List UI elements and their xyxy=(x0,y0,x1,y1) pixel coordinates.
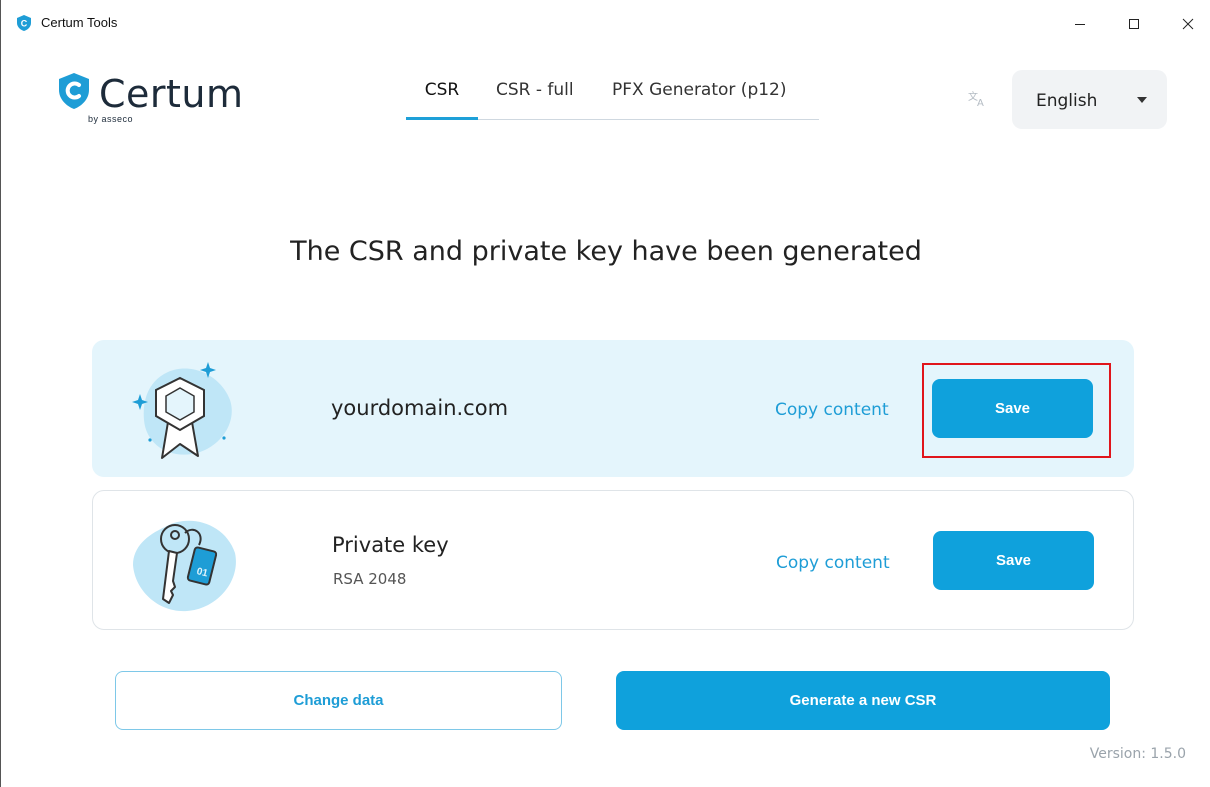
caret-down-icon xyxy=(1137,97,1147,103)
tab-pfx-generator[interactable]: PFX Generator (p12) xyxy=(612,78,787,120)
key-copy-content-link[interactable]: Copy content xyxy=(776,553,890,573)
private-key-algorithm: RSA 2048 xyxy=(333,570,407,588)
language-select[interactable]: English xyxy=(1012,70,1167,129)
certum-logo: Certum by asseco xyxy=(57,72,247,132)
app-window: C Certum Tools Certum by asseco CSR CSR … xyxy=(0,0,1210,787)
csr-copy-content-link[interactable]: Copy content xyxy=(775,400,889,420)
minimize-button[interactable] xyxy=(1057,0,1103,48)
window-title: Certum Tools xyxy=(41,15,118,30)
private-key-card: 01 Private key RSA 2048 Copy content Sav… xyxy=(92,490,1134,630)
page-heading: The CSR and private key have been genera… xyxy=(290,236,922,267)
tab-csr-full[interactable]: CSR - full xyxy=(496,78,574,120)
close-icon xyxy=(1182,18,1194,30)
language-selected: English xyxy=(1036,91,1098,111)
version-label: Version: 1.5.0 xyxy=(1089,746,1186,762)
svg-text:C: C xyxy=(21,19,28,29)
key-save-button[interactable]: Save xyxy=(933,531,1094,590)
certificate-icon xyxy=(132,362,232,459)
maximize-button[interactable] xyxy=(1111,0,1157,48)
generate-new-csr-button[interactable]: Generate a new CSR xyxy=(616,671,1110,730)
title-bar: C Certum Tools xyxy=(1,0,1210,48)
minimize-icon xyxy=(1075,24,1085,25)
csr-domain-title: yourdomain.com xyxy=(331,396,509,420)
logo-subtitle: by asseco xyxy=(88,114,134,124)
main-tabs: CSR CSR - full PFX Generator (p12) xyxy=(406,78,819,120)
shield-logo-icon xyxy=(59,73,89,109)
private-key-title: Private key xyxy=(332,533,449,557)
translate-icon: 文 A xyxy=(968,90,984,108)
close-button[interactable] xyxy=(1165,0,1210,48)
highlight-annotation xyxy=(922,363,1111,458)
tab-csr[interactable]: CSR xyxy=(406,78,478,120)
certum-app-icon: C xyxy=(17,15,31,31)
logo-wordmark: Certum xyxy=(99,72,244,116)
maximize-icon xyxy=(1129,19,1139,29)
keys-icon: 01 xyxy=(133,520,236,612)
change-data-button[interactable]: Change data xyxy=(115,671,562,730)
svg-text:A: A xyxy=(977,98,984,108)
